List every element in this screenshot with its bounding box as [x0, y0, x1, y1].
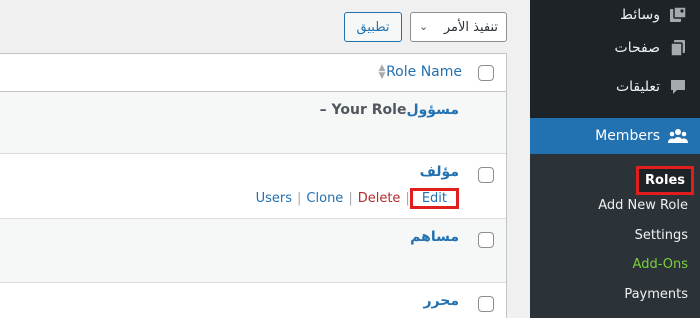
- table-header: ▲ ▼ Role Name: [0, 54, 506, 92]
- sidebar-item-comments[interactable]: تعليقات: [530, 70, 700, 104]
- table-row: – Your Roleمسؤول: [0, 92, 506, 154]
- edit-link[interactable]: Edit: [409, 188, 459, 209]
- comments-icon: [668, 77, 688, 97]
- pages-icon: [668, 38, 688, 58]
- role-title[interactable]: – Your Roleمسؤول: [320, 102, 459, 118]
- sidebar-item-label: تعليقات: [615, 79, 660, 95]
- roles-table: ▲ ▼ Role Name – Your Roleمسؤول مؤلف Users…: [0, 53, 507, 318]
- submenu-item-roles[interactable]: Roles: [636, 166, 694, 195]
- admin-sidebar: وسائط صفحات تعليقات Members Roles Add Ne…: [522, 0, 700, 318]
- role-title[interactable]: محرر: [423, 293, 459, 309]
- separator: |: [297, 191, 302, 206]
- role-name: مسؤول: [406, 102, 459, 118]
- sidebar-item-members[interactable]: Members: [522, 118, 700, 154]
- media-icon: [668, 5, 688, 25]
- sidebar-item-label: صفحات: [614, 40, 660, 56]
- members-submenu: Roles Add New Role Settings Add-Ons Paym…: [530, 154, 700, 318]
- sidebar-item-label: Members: [595, 128, 660, 144]
- sidebar-item-label: وسائط: [620, 7, 660, 23]
- bulk-action-value: تنفيذ الأمر: [443, 19, 498, 35]
- role-title[interactable]: مؤلف: [420, 164, 459, 180]
- row-checkbox[interactable]: [478, 296, 494, 312]
- your-role-label: – Your Role: [319, 102, 407, 118]
- submenu-item-settings[interactable]: Settings: [635, 228, 688, 243]
- bulk-action-select[interactable]: ⌄ تنفيذ الأمر: [410, 12, 507, 42]
- submenu-item-add-new-role[interactable]: Add New Role: [598, 198, 688, 213]
- users-link[interactable]: Users: [256, 191, 292, 206]
- row-checkbox[interactable]: [478, 167, 494, 183]
- sidebar-item-pages[interactable]: صفحات: [530, 31, 700, 65]
- apply-button[interactable]: تطبيق: [344, 12, 402, 42]
- table-row: مؤلف Users | Clone | Delete | Edit: [0, 154, 506, 219]
- separator: |: [348, 191, 353, 206]
- chevron-down-icon: ⌄: [419, 20, 429, 33]
- select-all-checkbox[interactable]: [478, 65, 494, 81]
- table-row: محرر: [0, 283, 506, 318]
- members-icon: [668, 126, 688, 146]
- submenu-item-add-ons[interactable]: Add-Ons: [633, 257, 688, 272]
- row-actions: Users | Clone | Delete | Edit: [256, 188, 459, 209]
- sidebar-item-media[interactable]: وسائط: [530, 0, 700, 32]
- row-checkbox[interactable]: [478, 232, 494, 248]
- table-row: مساهم: [0, 219, 506, 283]
- column-header-role-name[interactable]: Role Name: [386, 64, 462, 80]
- clone-link[interactable]: Clone: [306, 191, 343, 206]
- role-title[interactable]: مساهم: [410, 229, 459, 245]
- delete-link[interactable]: Delete: [358, 191, 401, 206]
- submenu-item-payments[interactable]: Payments: [624, 287, 688, 302]
